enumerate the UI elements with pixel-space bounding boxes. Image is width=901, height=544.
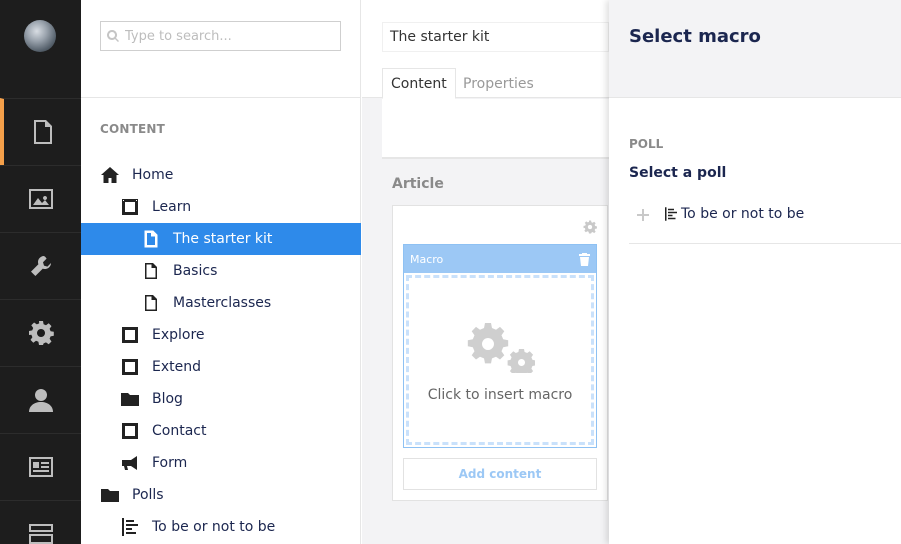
frame-icon xyxy=(120,325,140,345)
search-icon xyxy=(107,30,119,42)
tree-node-masterclasses[interactable]: Masterclasses xyxy=(81,287,361,319)
tree-node-the-starter-kit[interactable]: The starter kit xyxy=(81,223,361,255)
tab-properties[interactable]: Properties xyxy=(455,68,542,99)
tree-node-label: Basics xyxy=(173,263,218,279)
tree-node-to-be-or-not-to-be[interactable]: To be or not to be xyxy=(81,511,361,543)
frame-icon xyxy=(120,357,140,377)
select-macro-overlay: Select macro POLL Select a poll To be or… xyxy=(609,0,901,544)
tree-section-heading: CONTENT xyxy=(100,122,166,136)
selected-poll-item[interactable]: To be or not to be xyxy=(629,198,901,244)
grid-cell: Macro Click to insert macro Add content xyxy=(392,205,608,501)
document-icon xyxy=(141,229,161,249)
macro-bar: Macro xyxy=(404,245,596,273)
document-icon xyxy=(141,293,161,313)
gear-icon xyxy=(583,220,597,234)
forms-icon xyxy=(28,524,53,544)
list-icon xyxy=(120,517,140,537)
frame-icon xyxy=(120,197,140,217)
tree-node-label: Polls xyxy=(132,487,164,503)
content-icon xyxy=(33,120,52,144)
overlay-header: Select macro xyxy=(609,0,901,98)
tree-node-label: The starter kit xyxy=(173,231,273,247)
tree-node-label: Form xyxy=(152,455,188,471)
tree-node-label: To be or not to be xyxy=(152,519,276,535)
editor-header: The starter kit Content Properties xyxy=(362,0,609,99)
nav-settings-section[interactable] xyxy=(0,232,81,299)
nav-rail xyxy=(0,0,81,544)
nav-forms-section[interactable] xyxy=(0,500,81,544)
frame-icon xyxy=(120,421,140,441)
add-content-button[interactable]: Add content xyxy=(403,458,597,490)
section-label: Article xyxy=(392,176,444,192)
macro-gears-icon xyxy=(467,323,535,373)
tree-node-home[interactable]: Home xyxy=(81,159,361,191)
gear-icon xyxy=(28,321,54,345)
tree-node-label: Explore xyxy=(152,327,205,343)
tree-node-polls[interactable]: Polls xyxy=(81,479,361,511)
cell-settings-button[interactable] xyxy=(583,219,597,238)
list-icon xyxy=(665,206,677,225)
property-group-label: POLL xyxy=(629,137,664,151)
editor-toolbar-strip xyxy=(382,99,609,159)
contact-card-icon xyxy=(28,457,53,477)
content-tree-panel: CONTENT Home Learn The starter kit Basic… xyxy=(81,0,361,544)
tree-node-label: Extend xyxy=(152,359,201,375)
nav-members-section[interactable] xyxy=(0,433,81,500)
macro-editor: Macro Click to insert macro xyxy=(403,244,597,448)
tree-node-extend[interactable]: Extend xyxy=(81,351,361,383)
nav-users-section[interactable] xyxy=(0,366,81,433)
tree-node-blog[interactable]: Blog xyxy=(81,383,361,415)
insert-macro-text: Click to insert macro xyxy=(427,387,573,403)
insert-macro-area[interactable]: Click to insert macro xyxy=(406,275,594,445)
editor-panel: The starter kit Content Properties Artic… xyxy=(362,0,609,544)
tree-node-label: Contact xyxy=(152,423,207,439)
content-name-field[interactable]: The starter kit xyxy=(382,22,609,52)
folder-icon xyxy=(120,389,140,409)
tree-header xyxy=(81,0,360,98)
nav-content-section[interactable] xyxy=(0,98,81,165)
user-avatar[interactable] xyxy=(24,20,56,52)
property-label: Select a poll xyxy=(629,165,727,181)
tree-node-contact[interactable]: Contact xyxy=(81,415,361,447)
drag-handle-icon[interactable] xyxy=(637,206,655,225)
tab-content[interactable]: Content xyxy=(382,68,456,99)
tree-node-explore[interactable]: Explore xyxy=(81,319,361,351)
megaphone-icon xyxy=(120,453,140,473)
tree-node-label: Learn xyxy=(152,199,192,215)
home-icon xyxy=(100,165,120,185)
media-icon xyxy=(28,189,53,209)
tree-node-form[interactable]: Form xyxy=(81,447,361,479)
trash-icon[interactable] xyxy=(579,252,590,266)
search-box[interactable] xyxy=(100,21,341,51)
document-icon xyxy=(141,261,161,281)
overlay-title: Select macro xyxy=(629,26,761,47)
tree-node-learn[interactable]: Learn xyxy=(81,191,361,223)
tree-node-label: Blog xyxy=(152,391,183,407)
folder-icon xyxy=(100,485,120,505)
selected-poll-label: To be or not to be xyxy=(681,206,805,222)
search-input[interactable] xyxy=(125,28,325,44)
tree-node-label: Masterclasses xyxy=(173,295,272,311)
tree-node-basics[interactable]: Basics xyxy=(81,255,361,287)
user-icon xyxy=(28,389,53,412)
nav-developer-section[interactable] xyxy=(0,299,81,366)
nav-media-section[interactable] xyxy=(0,165,81,232)
macro-label: Macro xyxy=(410,252,444,266)
settings-wrench-icon xyxy=(30,255,51,276)
tree-node-label: Home xyxy=(132,167,174,183)
